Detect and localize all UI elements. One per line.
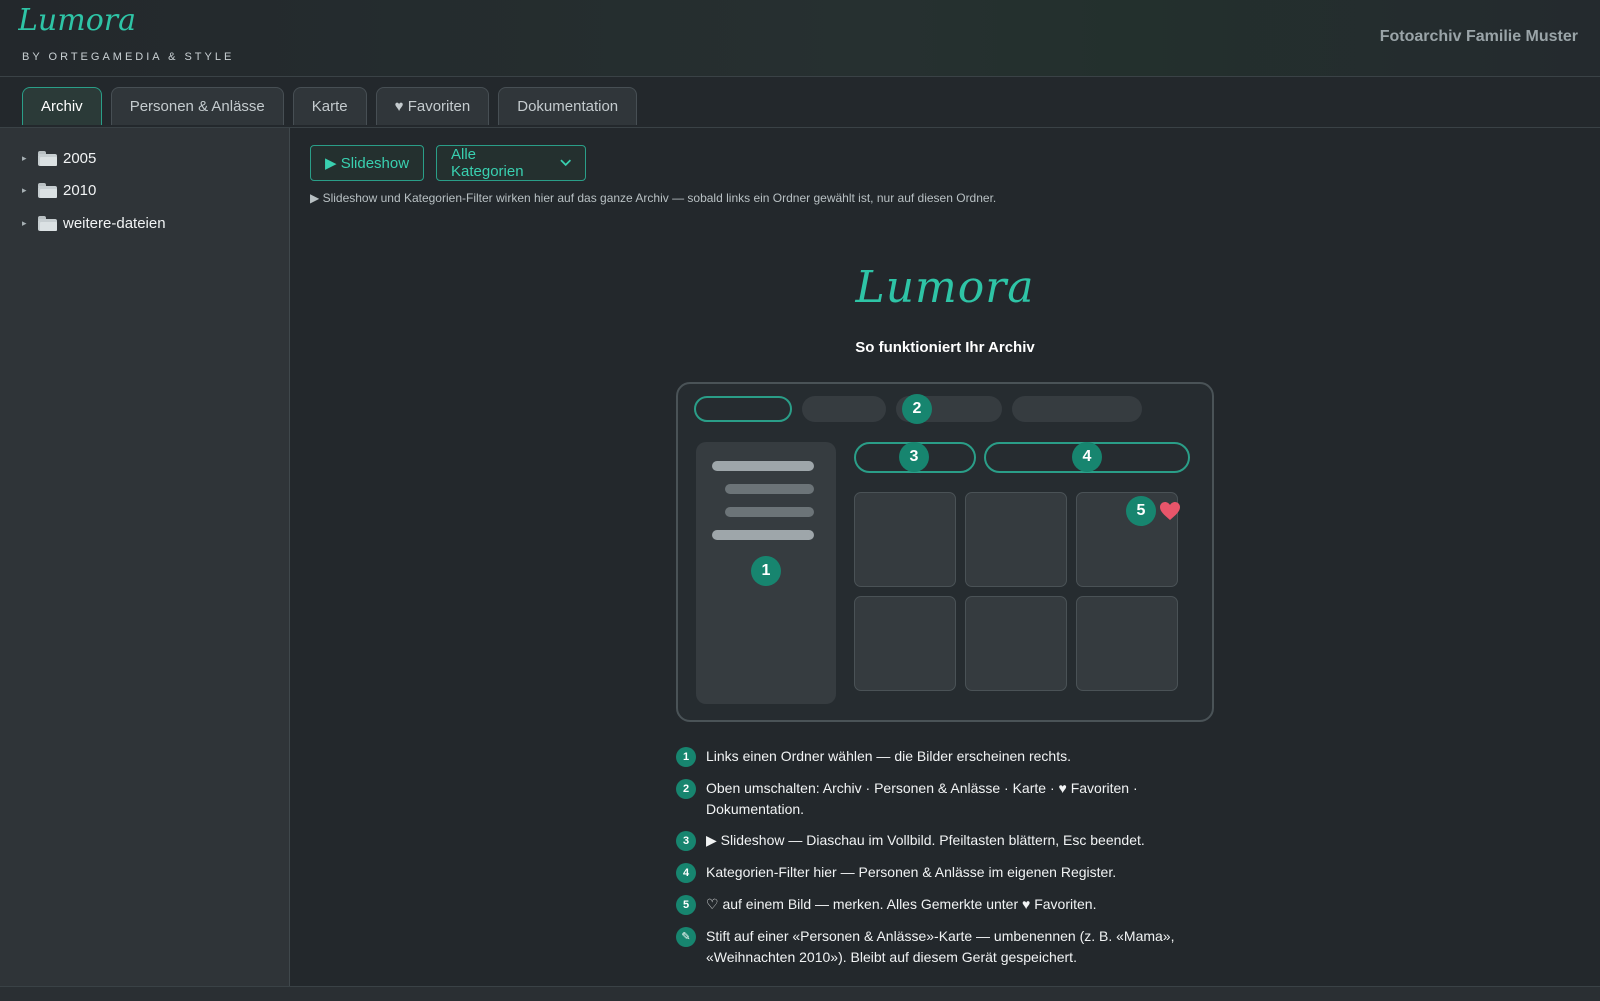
folder-label: 2010	[63, 181, 97, 199]
illus-tab	[1012, 396, 1142, 422]
folder-label: weitere-dateien	[63, 214, 166, 232]
archive-title: Fotoarchiv Familie Muster	[1379, 28, 1578, 45]
step-item: 5 ♡ auf einem Bild — merken. Alles Gemer…	[676, 894, 1196, 915]
step-text: Stift auf einer «Personen & Anlässe»-Kar…	[706, 928, 1175, 965]
bottom-bar	[0, 986, 1600, 1001]
filter-hint: ▶ Slideshow und Kategorien-Filter wirken…	[310, 191, 997, 205]
marker-3: 3	[899, 442, 929, 472]
illus-sidebar: 1	[696, 442, 836, 704]
step-marker: 5	[676, 895, 696, 915]
step-item: 2 Oben umschalten: Archiv · Personen & A…	[676, 778, 1196, 820]
marker-5: 5	[1126, 496, 1156, 526]
chevron-right-icon[interactable]: ▸	[22, 185, 30, 196]
illus-photo-tile	[965, 492, 1067, 587]
folder-sidebar: ▸ 2005 ▸ 2010 ▸ weitere-dateien	[0, 128, 290, 986]
pencil-icon: ✎	[676, 927, 696, 947]
marker-2: 2	[902, 394, 932, 424]
step-text: Links einen Ordner wählen — die Bilder e…	[706, 748, 1071, 764]
folder-label: 2005	[63, 149, 97, 167]
howto-illustration: 2 3 4 1 5	[676, 382, 1214, 722]
step-item: ✎ Stift auf einer «Personen & Anlässe»-K…	[676, 926, 1196, 968]
step-text: Kategorien-Filter hier — Personen & Anlä…	[706, 864, 1117, 880]
step-text: Oben umschalten: Archiv · Personen & Anl…	[706, 780, 1138, 817]
illus-photo-tile	[854, 492, 956, 587]
tab-karte[interactable]: Karte	[292, 87, 367, 125]
folder-icon	[38, 150, 57, 166]
folder-item-2005[interactable]: ▸ 2005	[22, 147, 96, 169]
tab-dokumentation[interactable]: Dokumentation	[498, 87, 638, 125]
step-item: 1 Links einen Ordner wählen — die Bilder…	[676, 746, 1196, 767]
brand-logo: Lumora	[855, 262, 1035, 313]
chevron-right-icon[interactable]: ▸	[22, 153, 30, 164]
marker-1: 1	[751, 556, 781, 586]
illus-tab	[802, 396, 886, 422]
illus-photo-tile	[854, 596, 956, 691]
heart-icon	[1160, 502, 1180, 520]
step-marker: 2	[676, 779, 696, 799]
main-tabs: Archiv Personen & Anlässe Karte ♥ Favori…	[22, 87, 638, 127]
step-item: 3 ▶ Slideshow — Diaschau im Vollbild. Pf…	[676, 830, 1196, 851]
step-marker: 1	[676, 747, 696, 767]
folder-item-weitere-dateien[interactable]: ▸ weitere-dateien	[22, 212, 166, 234]
chevron-down-icon	[559, 159, 571, 167]
illus-tab-active	[694, 396, 792, 422]
howto-title: So funktioniert Ihr Archiv	[855, 339, 1035, 356]
logo-subtitle: BY ORTEGAMEDIA & STYLE	[22, 51, 235, 63]
tab-personen-anlaesse[interactable]: Personen & Anlässe	[110, 87, 284, 125]
category-select-value: Alle Kategorien	[451, 146, 524, 180]
tab-favoriten[interactable]: ♥ Favoriten	[375, 87, 490, 125]
slideshow-button[interactable]: ▶ Slideshow	[310, 145, 425, 181]
marker-4: 4	[1072, 442, 1102, 472]
step-text: ♡ auf einem Bild — merken. Alles Gemerkt…	[706, 896, 1097, 912]
folder-icon	[38, 182, 57, 198]
illus-photo-tile	[1076, 596, 1178, 691]
app-header: Lumora BY ORTEGAMEDIA & STYLE Fotoarchiv…	[0, 0, 1600, 77]
folder-icon	[38, 215, 57, 231]
main-content: ▶ Slideshow Alle Kategorien ▶ Slideshow …	[290, 128, 1600, 986]
chevron-right-icon[interactable]: ▸	[22, 218, 30, 229]
illus-photo-tile	[965, 596, 1067, 691]
folder-item-2010[interactable]: ▸ 2010	[22, 179, 96, 201]
step-marker: 4	[676, 863, 696, 883]
category-select[interactable]: Alle Kategorien	[436, 145, 586, 181]
step-item: 4 Kategorien-Filter hier — Personen & An…	[676, 862, 1196, 883]
tab-archiv[interactable]: Archiv	[22, 87, 102, 125]
logo[interactable]: Lumora	[18, 6, 136, 36]
step-text: ▶ Slideshow — Diaschau im Vollbild. Pfei…	[706, 832, 1145, 848]
step-marker: 3	[676, 831, 696, 851]
